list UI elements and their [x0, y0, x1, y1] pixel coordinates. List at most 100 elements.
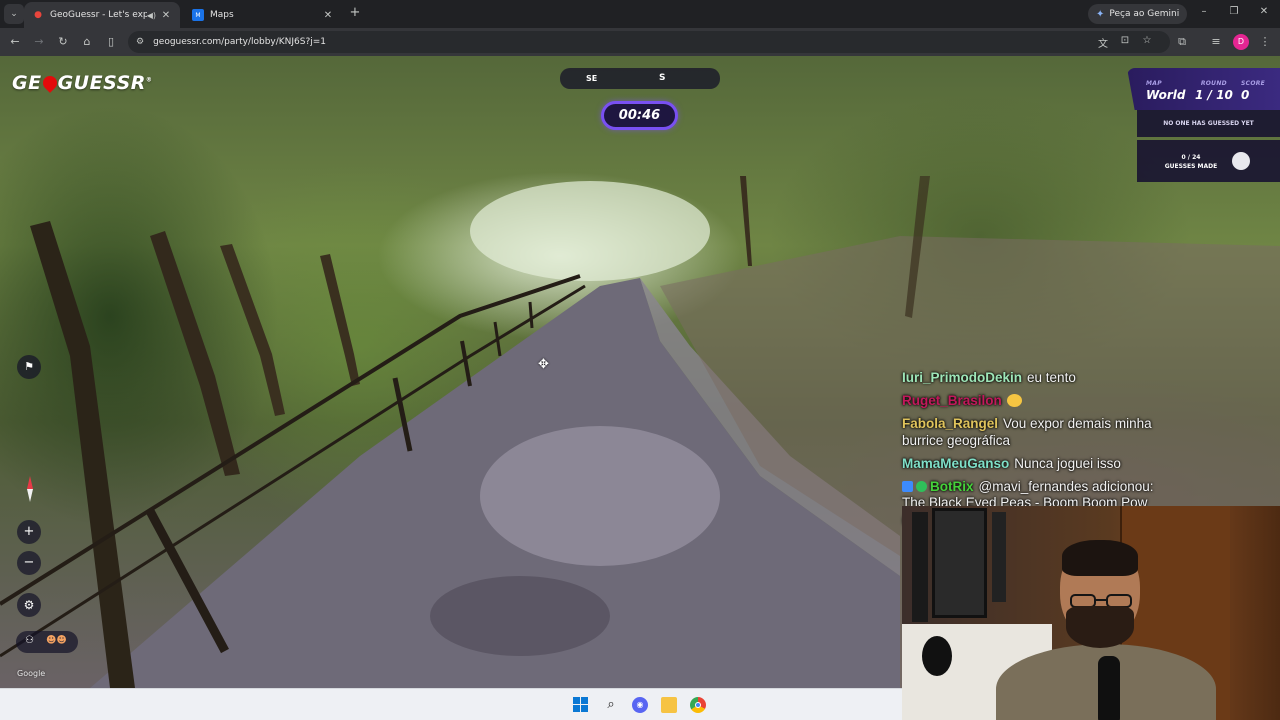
site-info-icon[interactable]: ⚙ [136, 37, 144, 47]
discord-icon[interactable]: ◉ [632, 697, 648, 713]
new-tab-button[interactable]: + [347, 5, 363, 21]
chat-message: Fabola_Rangel Vou expor demais minha burr… [902, 416, 1162, 449]
game-info-header: MAP World ROUND 1 / 10 SCORE 0 [1127, 68, 1280, 110]
guess-indicator-dot [1232, 152, 1250, 170]
tab-maps[interactable]: M Maps ✕ [184, 2, 342, 28]
bot-badge-icon [902, 480, 913, 492]
gemini-button[interactable]: ✦ Peça ao Gemini [1088, 4, 1188, 24]
address-bar[interactable]: ⚙ geoguessr.com/party/lobby/KNJ6S?j=1 文 … [128, 31, 1170, 53]
tab-geoguessr[interactable]: ● GeoGuessr - Let's explore the world! ◀… [24, 2, 180, 28]
url-text[interactable]: geoguessr.com/party/lobby/KNJ6S?j=1 [153, 37, 326, 47]
chat-text: eu tento [1027, 370, 1076, 385]
screen: ⌄ ● GeoGuessr - Let's explore the world!… [0, 0, 1280, 720]
menu-dots-icon[interactable]: ⋮ [1257, 34, 1273, 50]
chat-message: Iuri_PrimodoDekin eu tento [902, 370, 1162, 387]
compass-se: SE [586, 74, 598, 83]
chat-username: MamaMeuGanso [902, 455, 1010, 471]
microphone [1098, 656, 1120, 720]
install-app-icon[interactable]: ⊡ [1118, 35, 1132, 46]
restore-button[interactable]: ❐ [1226, 6, 1242, 17]
chat-username: Ruget_Brasilon [902, 393, 1002, 408]
chat-message: Ruget_Brasilon [902, 393, 1162, 410]
map-value: World [1146, 88, 1186, 102]
chat-username: BotRix [930, 478, 974, 494]
flag-icon: ⚑ [24, 360, 34, 373]
gemini-sparkle-icon: ✦ [1096, 8, 1105, 20]
score-stat: SCORE 0 [1241, 80, 1265, 102]
wall-doodle [922, 636, 952, 676]
close-window-button[interactable]: ✕ [1256, 6, 1272, 17]
geoguessr-logo[interactable]: GE GUESSR® [12, 72, 152, 94]
score-label: SCORE [1241, 80, 1266, 87]
poster-frame [912, 512, 928, 622]
search-icon[interactable]: ⌕ [603, 697, 619, 713]
reload-icon[interactable]: ↻ [55, 34, 71, 50]
close-icon[interactable]: ✕ [322, 10, 334, 21]
guesses-label: GUESSES MADE [1164, 163, 1218, 170]
browser-toolbar: ← → ↻ ⌂ ▯ ⚙ geoguessr.com/party/lobby/KN… [0, 28, 1280, 56]
compass-s: S [659, 73, 666, 83]
gemini-label: Peça ao Gemini [1109, 9, 1180, 19]
round-label: ROUND [1200, 80, 1227, 87]
profile-avatar[interactable]: D [1233, 34, 1249, 50]
google-attribution: Google [17, 669, 46, 678]
logo-pin-icon [39, 73, 60, 93]
map-stat: MAP World [1146, 80, 1185, 102]
zoom-out-button[interactable]: − [17, 551, 41, 575]
windows-start-icon[interactable] [573, 697, 589, 713]
chat-message: MamaMeuGanso Nunca joguei isso [902, 456, 1162, 473]
maps-icon: M [192, 9, 204, 21]
sidebar-icon[interactable]: ▯ [103, 34, 119, 50]
forward-arrow-icon[interactable]: → [31, 34, 47, 50]
streamer-hair [1062, 540, 1138, 576]
poster-frame [992, 512, 1006, 602]
tab-search-button[interactable]: ⌄ [4, 4, 24, 24]
tab-strip: ⌄ ● GeoGuessr - Let's explore the world!… [0, 0, 1280, 28]
streamer-beard [1066, 606, 1134, 648]
score-value: 0 [1241, 88, 1250, 102]
chat-username: Iuri_PrimodoDekin [902, 370, 1023, 385]
chat-text: Nunca joguei isso [1014, 455, 1121, 471]
tab-title: GeoGuessr - Let's explore the world! [50, 10, 147, 20]
poster-frame [932, 508, 987, 618]
report-location-button[interactable]: ⚑ [17, 355, 41, 379]
chat-username: Fabola_Rangel [902, 416, 999, 431]
round-stat: ROUND 1 / 10 [1195, 80, 1233, 102]
people-icon[interactable]: ⚇ [25, 635, 34, 646]
logo-text-left: GE [12, 72, 42, 94]
map-label: MAP [1146, 80, 1162, 87]
close-icon[interactable]: ✕ [160, 10, 172, 21]
move-cursor-icon: ✥ [538, 357, 549, 372]
bookmark-star-icon[interactable]: ☆ [1140, 35, 1154, 46]
file-explorer-icon[interactable] [661, 697, 677, 713]
geoguessr-pin-icon: ● [34, 10, 42, 20]
logo-text-right: GUESSR [57, 72, 146, 94]
logo-registered-mark: ® [145, 76, 153, 84]
settings-button[interactable]: ⚙ [17, 593, 41, 617]
tab-title: Maps [210, 10, 234, 20]
round-value: 1 / 10 [1195, 88, 1233, 102]
emote-bar[interactable]: ⚇ ☻☻ [16, 631, 78, 653]
verified-badge-icon [916, 480, 927, 492]
chevron-down-icon: ⌄ [10, 9, 18, 19]
media-controls-icon[interactable]: ≡ [1208, 34, 1224, 50]
speaker-icon[interactable]: ◀) [147, 11, 156, 20]
translate-icon[interactable]: 文 [1096, 35, 1110, 50]
chrome-icon[interactable] [690, 697, 706, 713]
back-arrow-icon[interactable]: ← [7, 34, 23, 50]
smile-emote-icon [1006, 394, 1022, 407]
extensions-icon[interactable]: ⧉ [1174, 34, 1190, 50]
windows-taskbar: ⌕ ◉ [0, 688, 902, 720]
avatar-emote-icon[interactable]: ☻☻ [46, 635, 67, 646]
minimize-button[interactable]: – [1196, 6, 1212, 17]
game-status-panel: MAP World ROUND 1 / 10 SCORE 0 NO ONE HA… [1127, 68, 1280, 182]
compass-strip: SE S [560, 68, 720, 89]
guess-status-message: NO ONE HAS GUESSED YET [1137, 110, 1280, 137]
guesses-count: 0 / 24 [1181, 154, 1201, 161]
guesses-made-box: 0 / 24 GUESSES MADE [1137, 140, 1280, 182]
streamer-webcam [902, 506, 1280, 720]
guesses-text: 0 / 24 GUESSES MADE [1162, 153, 1220, 171]
zoom-in-button[interactable]: + [17, 520, 41, 544]
round-timer: 00:46 [601, 101, 678, 130]
home-icon[interactable]: ⌂ [79, 34, 95, 50]
